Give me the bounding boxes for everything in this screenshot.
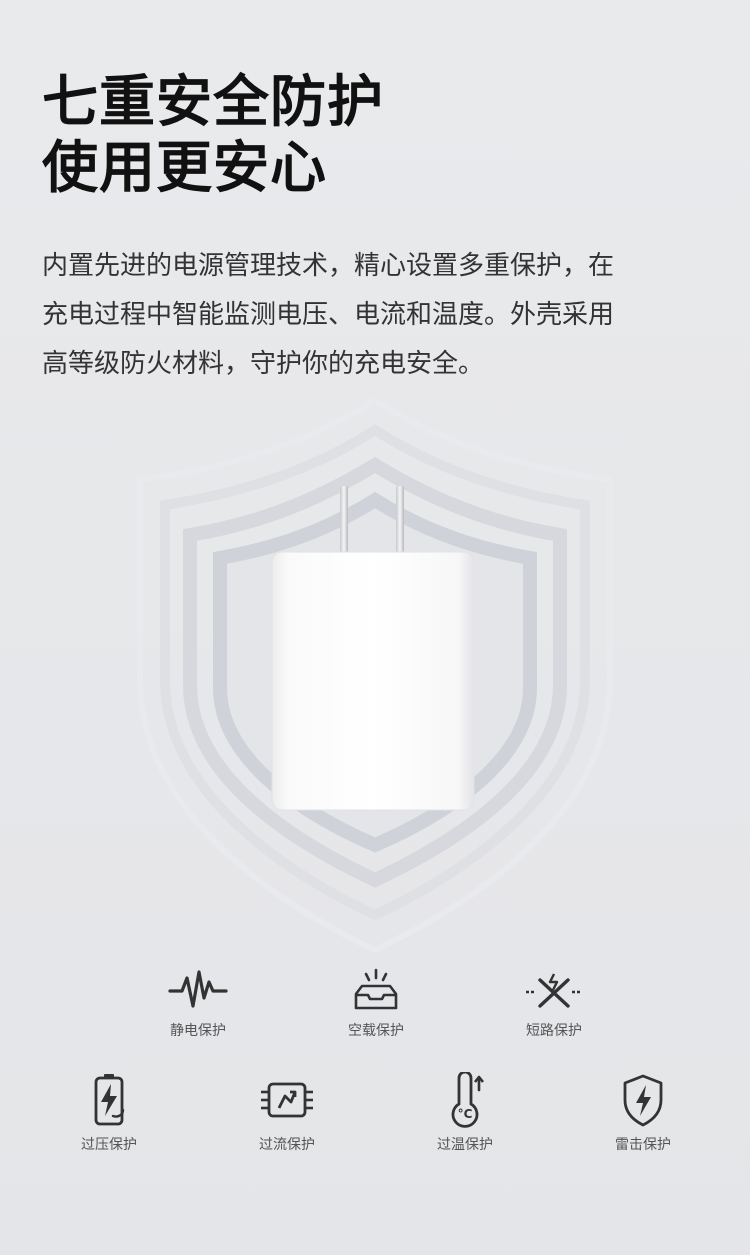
- description-text: 内置先进的电源管理技术，精心设置多重保护，在 充电过程中智能监测电压、电流和温度…: [42, 242, 682, 389]
- feature-static-protection: 静电保护: [138, 968, 258, 1040]
- headline-line-2: 使用更安心: [42, 136, 327, 201]
- page-headline: 七重安全防护 使用更安心: [42, 70, 384, 202]
- shield-bolt-icon: [623, 1074, 663, 1127]
- headline-line-1: 七重安全防护: [42, 70, 384, 135]
- feature-overcurrent-protection: 过流保护: [227, 1072, 347, 1154]
- short-circuit-icon: [526, 973, 582, 1008]
- pulse-wave-icon: [168, 970, 228, 1008]
- chip-current-icon: [261, 1082, 313, 1118]
- feature-no-load-protection: 空载保护: [316, 968, 436, 1040]
- feature-label: 静电保护: [170, 1023, 226, 1039]
- product-detail-page: 七重安全防护 使用更安心 内置先进的电源管理技术，精心设置多重保护，在 充电过程…: [0, 0, 750, 1255]
- feature-overvoltage-protection: 过压保护: [49, 1072, 169, 1154]
- charger-image: [271, 486, 475, 811]
- feature-label: 过压保护: [81, 1137, 137, 1153]
- feature-lightning-protection: 雷击保护: [583, 1072, 703, 1154]
- description-line-1: 内置先进的电源管理技术，精心设置多重保护，在: [42, 251, 615, 281]
- feature-label: 过温保护: [437, 1137, 493, 1153]
- feature-label: 雷击保护: [615, 1137, 671, 1153]
- thermometer-icon: °C: [451, 1072, 485, 1128]
- empty-tray-icon: [354, 968, 398, 1010]
- feature-label: 过流保护: [259, 1137, 315, 1153]
- description-line-3: 高等级防火材料，守护你的充电安全。: [42, 349, 485, 379]
- feature-overtemperature-protection: °C 过温保护: [405, 1072, 525, 1154]
- protection-features: 静电保护 空载保护 短路保护 过压保护 过流保护 °C 过温保护 雷击保护: [0, 960, 750, 1180]
- feature-label: 空载保护: [348, 1023, 404, 1039]
- description-line-2: 充电过程中智能监测电压、电流和温度。外壳采用: [42, 300, 615, 330]
- battery-bolt-icon: [94, 1074, 125, 1126]
- svg-text:°C: °C: [458, 1107, 473, 1121]
- feature-label: 短路保护: [526, 1023, 582, 1039]
- feature-short-circuit-protection: 短路保护: [494, 968, 614, 1040]
